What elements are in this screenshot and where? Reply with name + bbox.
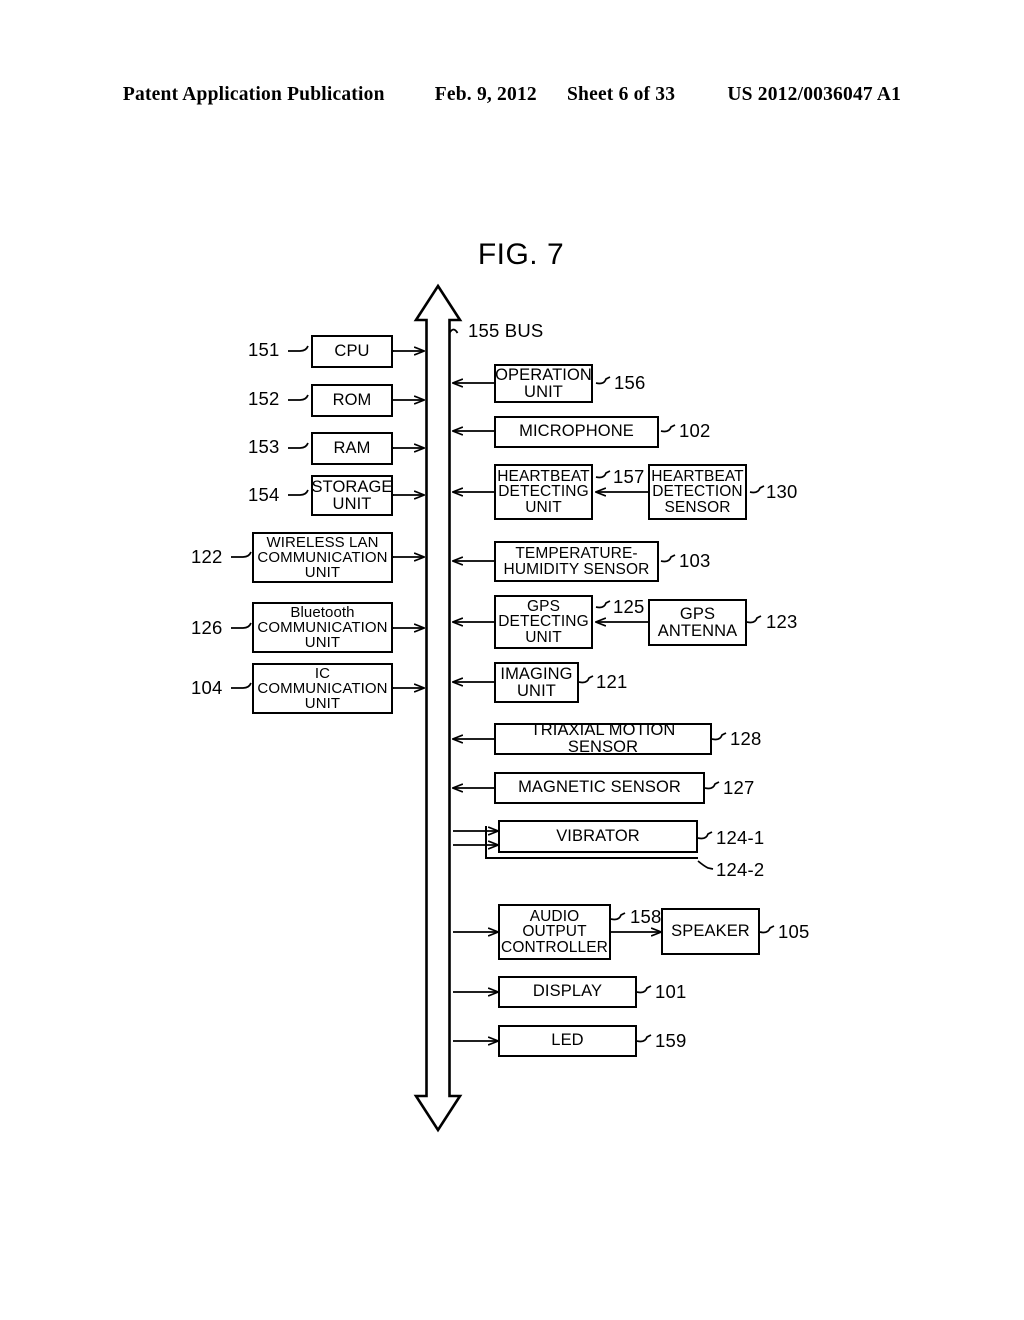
block-gps-detecting-unit-label: GPS DETECTING UNIT xyxy=(498,597,589,646)
ref-127: 127 xyxy=(723,777,755,798)
block-vibrator-label: VIBRATOR xyxy=(556,826,640,845)
block-rom-label: ROM xyxy=(332,390,372,409)
ref-124-2: 124-2 xyxy=(716,859,765,880)
block-microphone-label: MICROPHONE xyxy=(519,422,634,441)
block-gps-antenna[interactable]: GPS ANTENNA xyxy=(648,599,747,646)
block-audio-output-controller[interactable]: AUDIO OUTPUT CONTROLLER xyxy=(498,904,611,960)
block-storage-unit[interactable]: STORAGE UNIT xyxy=(311,475,393,516)
block-operation-unit-label: OPERATION UNIT xyxy=(495,366,592,401)
block-imaging-unit-label: IMAGING UNIT xyxy=(500,665,573,700)
publication-header: Patent Application Publication Feb. 9, 2… xyxy=(0,84,1024,106)
block-imaging-unit[interactable]: IMAGING UNIT xyxy=(494,662,579,703)
ref-154: 154 xyxy=(248,484,280,505)
ref-157: 157 xyxy=(613,466,645,487)
ref-130: 130 xyxy=(766,481,798,502)
ref-105: 105 xyxy=(778,921,810,942)
ref-101: 101 xyxy=(655,981,687,1002)
block-gps-detecting-unit[interactable]: GPS DETECTING UNIT xyxy=(494,595,593,649)
ref-122: 122 xyxy=(191,546,223,567)
block-ram-label: RAM xyxy=(333,438,371,457)
ref-124-1: 124-1 xyxy=(716,827,765,848)
sheet-number: Sheet 6 of 33 xyxy=(567,84,676,105)
block-heartbeat-detecting-unit-label: HEARTBEAT DETECTING UNIT xyxy=(497,467,590,516)
ref-153: 153 xyxy=(248,436,280,457)
ref-156: 156 xyxy=(614,372,646,393)
block-ic-label: IC COMMUNICATION UNIT xyxy=(257,665,388,712)
block-cpu[interactable]: CPU xyxy=(311,335,393,368)
block-ic-communication-unit[interactable]: IC COMMUNICATION UNIT xyxy=(252,663,393,714)
block-ram[interactable]: RAM xyxy=(311,432,393,465)
block-operation-unit[interactable]: OPERATION UNIT xyxy=(494,364,593,403)
ref-151: 151 xyxy=(248,339,280,360)
ref-121: 121 xyxy=(596,671,628,692)
ref-125: 125 xyxy=(613,596,645,617)
block-storage-unit-label: STORAGE UNIT xyxy=(311,478,393,513)
block-magnetic-sensor-label: MAGNETIC SENSOR xyxy=(518,778,681,797)
block-vibrator[interactable]: VIBRATOR xyxy=(498,820,698,853)
block-triaxial-motion-sensor[interactable]: TRIAXIAL MOTION SENSOR xyxy=(494,720,712,756)
block-heartbeat-detection-sensor[interactable]: HEARTBEAT DETECTION SENSOR xyxy=(648,464,747,520)
patent-figure-page: Patent Application Publication Feb. 9, 2… xyxy=(0,0,1024,1320)
ref-126: 126 xyxy=(191,617,223,638)
connector-lines xyxy=(231,283,775,1133)
document-number: US 2012/0036047 A1 xyxy=(727,84,902,105)
block-microphone[interactable]: MICROPHONE xyxy=(494,416,659,448)
ref-104: 104 xyxy=(191,677,223,698)
block-bluetooth-communication-unit[interactable]: Bluetooth COMMUNICATION UNIT xyxy=(252,602,393,653)
block-led[interactable]: LED xyxy=(498,1025,637,1057)
block-audio-output-controller-label: AUDIO OUTPUT CONTROLLER xyxy=(501,907,608,956)
block-led-label: LED xyxy=(551,1031,584,1050)
ref-152: 152 xyxy=(248,388,280,409)
ref-128: 128 xyxy=(730,728,762,749)
block-temperature-humidity-sensor-label: TEMPERATURE- HUMIDITY SENSOR xyxy=(503,545,650,578)
ref-123: 123 xyxy=(766,611,798,632)
block-wireless-lan-label: WIRELESS LAN COMMUNICATION UNIT xyxy=(257,534,388,581)
publication-title: Patent Application Publication xyxy=(122,84,385,105)
block-speaker[interactable]: SPEAKER xyxy=(661,908,760,955)
ref-103: 103 xyxy=(679,550,711,571)
block-speaker-label: SPEAKER xyxy=(671,921,750,940)
block-heartbeat-detection-sensor-label: HEARTBEAT DETECTION SENSOR xyxy=(651,467,744,516)
ref-102: 102 xyxy=(679,420,711,441)
figure-title: FIG. 7 xyxy=(477,238,565,271)
block-rom[interactable]: ROM xyxy=(311,384,393,417)
block-wireless-lan-communication-unit[interactable]: WIRELESS LAN COMMUNICATION UNIT xyxy=(252,532,393,583)
block-display[interactable]: DISPLAY xyxy=(498,976,637,1008)
block-cpu-label: CPU xyxy=(334,341,370,360)
bus-label: 155 BUS xyxy=(468,320,544,341)
publication-date: Feb. 9, 2012 xyxy=(434,84,537,105)
block-display-label: DISPLAY xyxy=(532,982,603,1001)
ref-158: 158 xyxy=(630,906,662,927)
block-temperature-humidity-sensor[interactable]: TEMPERATURE- HUMIDITY SENSOR xyxy=(494,541,659,582)
block-magnetic-sensor[interactable]: MAGNETIC SENSOR xyxy=(494,772,705,804)
ref-159: 159 xyxy=(655,1030,687,1051)
block-heartbeat-detecting-unit[interactable]: HEARTBEAT DETECTING UNIT xyxy=(494,464,593,520)
block-triaxial-motion-sensor-label: TRIAXIAL MOTION SENSOR xyxy=(530,720,676,756)
block-gps-antenna-label: GPS ANTENNA xyxy=(657,605,738,640)
block-bluetooth-label: Bluetooth COMMUNICATION UNIT xyxy=(257,604,388,651)
